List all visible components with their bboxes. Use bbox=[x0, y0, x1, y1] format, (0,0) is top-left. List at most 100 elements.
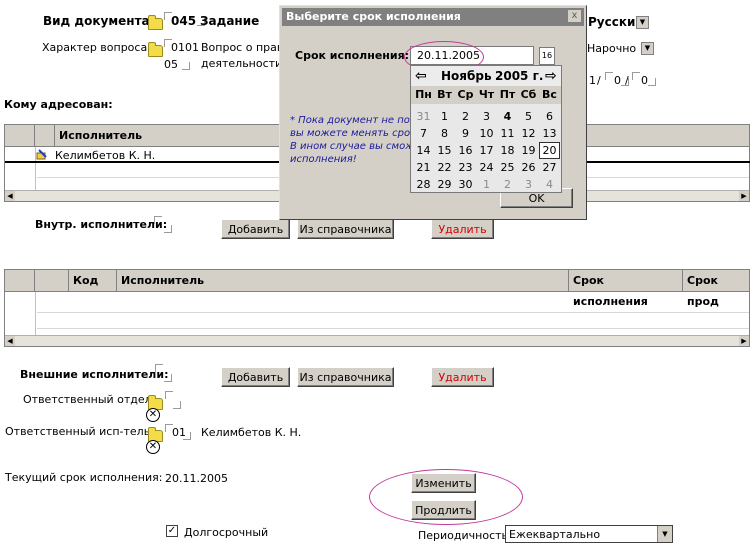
calendar-day[interactable]: 19 bbox=[518, 142, 539, 159]
calendar-day[interactable]: 26 bbox=[518, 159, 539, 176]
weekday-label: Вс bbox=[542, 88, 557, 101]
weekday-label: Ср bbox=[457, 88, 474, 101]
scroll-left-icon[interactable]: ◀ bbox=[5, 336, 15, 346]
dialog-title: Выберите срок исполнения bbox=[282, 8, 584, 26]
internal-executors-grid[interactable]: Код Исполнитель Срок исполнения Срок про… bbox=[4, 269, 750, 347]
next-month-icon[interactable]: ⇨ bbox=[545, 68, 557, 84]
longterm-checkbox[interactable]: ✓ bbox=[166, 525, 178, 537]
calendar-day[interactable]: 11 bbox=[497, 125, 518, 142]
calendar-day[interactable]: 2 bbox=[497, 176, 518, 193]
calendar-day[interactable]: 7 bbox=[413, 125, 434, 142]
question-code-1: 0101 bbox=[171, 41, 199, 54]
field-marker bbox=[173, 401, 181, 409]
calendar-day[interactable]: 16 bbox=[455, 142, 476, 159]
calendar-day[interactable]: 18 bbox=[497, 142, 518, 159]
calendar-day[interactable]: 24 bbox=[476, 159, 497, 176]
chevron-down-icon[interactable]: ▼ bbox=[657, 526, 672, 542]
folder-icon[interactable] bbox=[148, 15, 163, 30]
grid-header-select bbox=[5, 125, 35, 146]
note-line: вы можете менять срок bbox=[290, 128, 417, 139]
internal-directory-button[interactable]: Из справочника bbox=[297, 219, 394, 239]
external-executors-label: Внешние исполнители: bbox=[20, 368, 169, 381]
calendar-day[interactable]: 8 bbox=[434, 125, 455, 142]
calendar-day[interactable]: 15 bbox=[434, 142, 455, 159]
weekday-label: Пн bbox=[415, 88, 432, 101]
calendar-icon[interactable]: 16 bbox=[539, 47, 555, 65]
field-marker bbox=[632, 72, 640, 80]
calendar-day[interactable]: 23 bbox=[455, 159, 476, 176]
calendar-day[interactable]: 31 bbox=[413, 108, 434, 125]
calendar-day[interactable]: 4 bbox=[539, 176, 560, 193]
internal-delete-button[interactable]: Удалить bbox=[431, 219, 494, 239]
calendar-day[interactable]: 2 bbox=[455, 108, 476, 125]
calendar-day[interactable]: 1 bbox=[476, 176, 497, 193]
calendar-day[interactable]: 17 bbox=[476, 142, 497, 159]
calendar-day[interactable]: 3 bbox=[476, 108, 497, 125]
calendar-day[interactable]: 3 bbox=[518, 176, 539, 193]
folder-icon[interactable] bbox=[148, 42, 163, 57]
grid-header-code: Код bbox=[69, 270, 117, 291]
responsible-dept-label: Ответственный отдел: bbox=[23, 393, 156, 406]
calendar-day[interactable]: 29 bbox=[434, 176, 455, 193]
delivery-dropdown[interactable]: ▼ bbox=[641, 41, 654, 55]
periodicity-label: Периодичность: bbox=[418, 529, 512, 542]
calendar-day[interactable]: 6 bbox=[539, 108, 560, 125]
periodicity-select[interactable]: Ежеквартально ▼ bbox=[505, 525, 673, 543]
number-part-2: 0 bbox=[614, 74, 621, 87]
doc-type-code: 045 bbox=[171, 14, 197, 28]
grid-header-blank bbox=[35, 270, 69, 291]
dialog-note: * Пока документ не пол вы можете менять … bbox=[290, 114, 420, 166]
calendar-day[interactable]: 9 bbox=[455, 125, 476, 142]
calendar-day[interactable]: 14 bbox=[413, 142, 434, 159]
dialog-field-label: Срок исполнения: bbox=[295, 49, 410, 62]
external-directory-button[interactable]: Из справочника bbox=[297, 367, 394, 387]
calendar-year: 2005 г. bbox=[495, 69, 544, 83]
calendar-day[interactable]: 22 bbox=[434, 159, 455, 176]
weekday-row: Пн Вт Ср Чт Пт Сб Вс bbox=[411, 86, 561, 104]
close-icon[interactable]: x bbox=[567, 9, 582, 23]
calendar-day[interactable]: 5 bbox=[518, 108, 539, 125]
clear-icon[interactable]: ✕ bbox=[146, 440, 160, 454]
user-edit-icon[interactable] bbox=[36, 149, 48, 163]
grid-line bbox=[37, 328, 749, 329]
calendar-day[interactable]: 12 bbox=[518, 125, 539, 142]
number-part-1: 1 bbox=[589, 74, 596, 87]
calendar-day[interactable]: 10 bbox=[476, 125, 497, 142]
current-deadline-label: Текущий срок исполнения: bbox=[5, 471, 163, 484]
internal-add-button[interactable]: Добавить bbox=[221, 219, 290, 239]
grid-header-executor: Исполнитель bbox=[117, 270, 569, 291]
field-marker bbox=[605, 72, 613, 80]
calendar-day[interactable]: 25 bbox=[497, 159, 518, 176]
calendar-day[interactable]: 20 bbox=[539, 142, 560, 159]
external-delete-button[interactable]: Удалить bbox=[431, 367, 494, 387]
scroll-right-icon[interactable]: ▶ bbox=[739, 191, 749, 201]
prev-month-icon[interactable]: ⇦ bbox=[415, 68, 427, 84]
question-text-1: Вопрос о право bbox=[201, 41, 291, 54]
table-row[interactable]: Келимбетов К. Н. bbox=[55, 149, 155, 162]
doc-type-label: Вид документа: bbox=[43, 14, 155, 28]
calendar-day[interactable]: 21 bbox=[413, 159, 434, 176]
responsible-exec-label: Ответственный исп-тель: bbox=[5, 425, 154, 438]
scroll-left-icon[interactable]: ◀ bbox=[5, 191, 15, 201]
calendar-day[interactable]: 13 bbox=[539, 125, 560, 142]
calendar-day[interactable]: 30 bbox=[455, 176, 476, 193]
internal-executors-label: Внутр. исполнители: bbox=[35, 218, 168, 231]
note-line: исполнения! bbox=[290, 154, 357, 165]
field-marker bbox=[648, 78, 656, 86]
calendar-day[interactable]: 27 bbox=[539, 159, 560, 176]
calendar-day[interactable]: 1 bbox=[434, 108, 455, 125]
horizontal-scrollbar[interactable]: ◀ ▶ bbox=[5, 335, 749, 346]
scroll-right-icon[interactable]: ▶ bbox=[739, 336, 749, 346]
calendar-day[interactable]: 4 bbox=[497, 108, 518, 125]
calendar-month: Ноябрь bbox=[441, 69, 492, 83]
grid-divider bbox=[35, 292, 36, 336]
grid-line bbox=[37, 312, 749, 313]
weekday-label: Пт bbox=[499, 88, 516, 101]
note-line: * Пока документ не пол bbox=[290, 115, 417, 126]
language-dropdown[interactable]: ▼ bbox=[636, 15, 649, 29]
calendar-day[interactable]: 28 bbox=[413, 176, 434, 193]
field-marker bbox=[164, 374, 172, 382]
external-add-button[interactable]: Добавить bbox=[221, 367, 290, 387]
chevron-down-icon: ▼ bbox=[636, 15, 649, 29]
clear-icon[interactable]: ✕ bbox=[146, 408, 160, 422]
